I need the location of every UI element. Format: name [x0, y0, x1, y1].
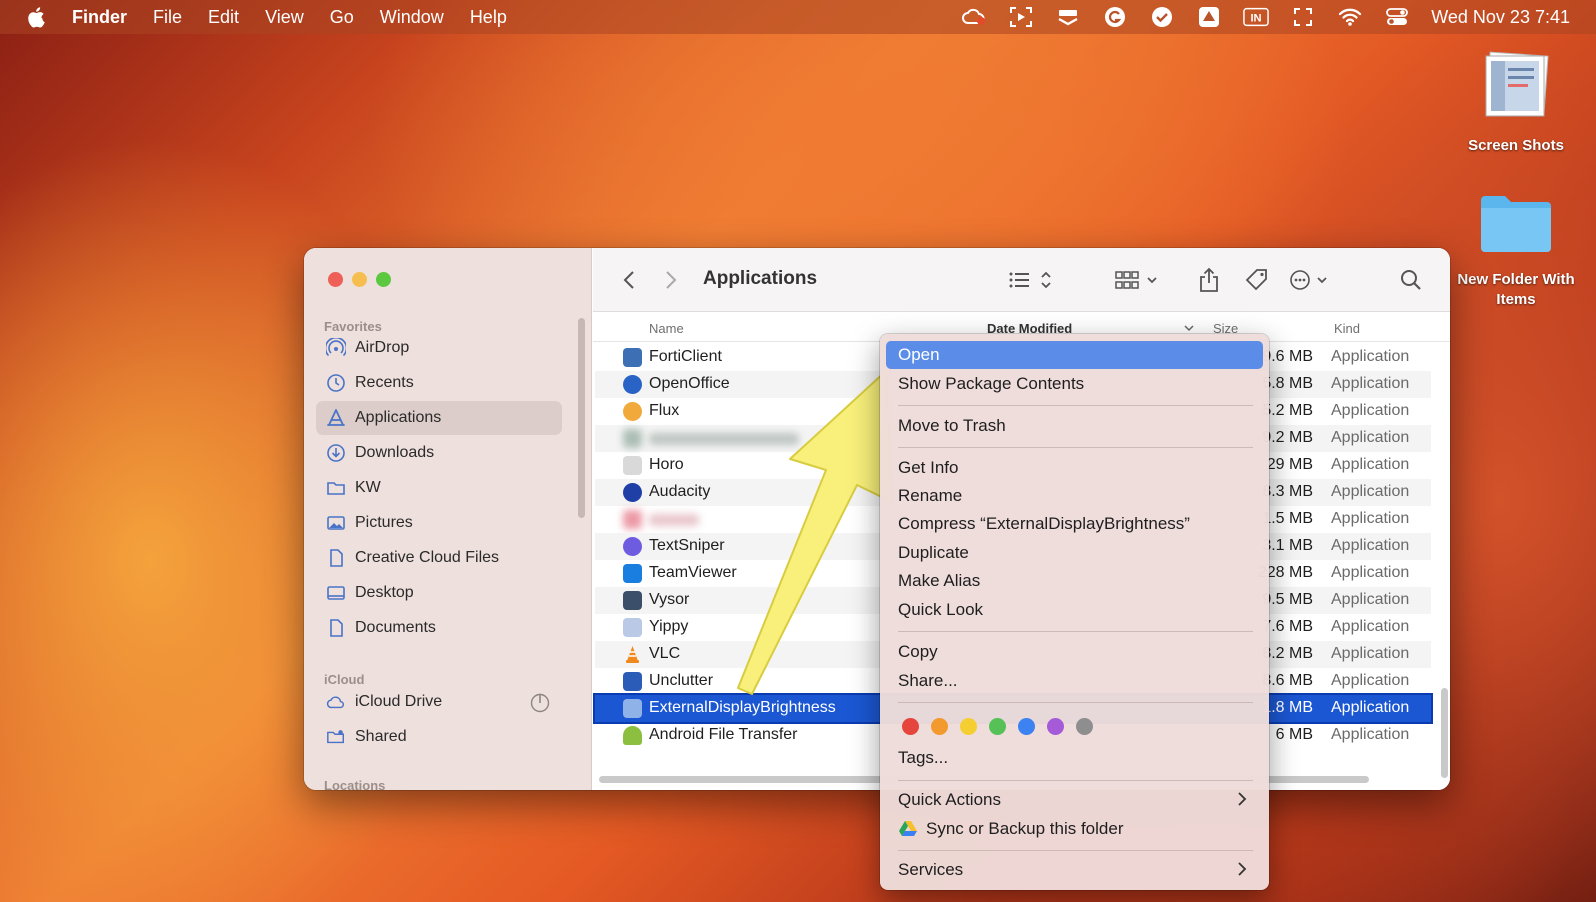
- menu-item-quick-actions[interactable]: Quick Actions: [886, 786, 1263, 814]
- menu-item-show-package-contents[interactable]: Show Package Contents: [886, 370, 1263, 398]
- yellow-arrow-annotation: [737, 370, 893, 695]
- menu-separator: [898, 447, 1253, 448]
- menu-item-sync-backup[interactable]: Sync or Backup this folder: [886, 815, 1263, 843]
- menu-separator: [898, 405, 1253, 406]
- menu-item-move-to-trash[interactable]: Move to Trash: [886, 412, 1263, 440]
- chevron-right-icon: [1237, 791, 1247, 812]
- tag-orange[interactable]: [931, 718, 948, 735]
- menu-item-tags[interactable]: Tags...: [886, 744, 1263, 772]
- menu-separator: [898, 702, 1253, 703]
- menu-item-label: Services: [898, 860, 964, 879]
- menu-item-services[interactable]: Services: [886, 856, 1263, 884]
- menu-separator: [898, 850, 1253, 851]
- tag-color-picker: [902, 718, 1093, 735]
- google-drive-icon: [898, 820, 918, 838]
- menu-separator: [898, 780, 1253, 781]
- menu-separator: [898, 631, 1253, 632]
- menu-item-label: Sync or Backup this folder: [926, 819, 1124, 838]
- menu-item-get-info[interactable]: Get Info: [886, 454, 1263, 482]
- menu-item-open[interactable]: Open: [886, 341, 1263, 369]
- tag-purple[interactable]: [1047, 718, 1064, 735]
- tag-red[interactable]: [902, 718, 919, 735]
- tag-yellow[interactable]: [960, 718, 977, 735]
- menu-item-make-alias[interactable]: Make Alias: [886, 567, 1263, 595]
- menu-item-label: Quick Actions: [898, 790, 1001, 809]
- context-menu: Open Show Package Contents Move to Trash…: [880, 334, 1269, 890]
- menu-item-rename[interactable]: Rename: [886, 482, 1263, 510]
- menu-item-duplicate[interactable]: Duplicate: [886, 539, 1263, 567]
- menu-item-copy[interactable]: Copy: [886, 638, 1263, 666]
- chevron-right-icon: [1237, 861, 1247, 882]
- menu-item-quick-look[interactable]: Quick Look: [886, 596, 1263, 624]
- tag-green[interactable]: [989, 718, 1006, 735]
- menu-item-share[interactable]: Share...: [886, 667, 1263, 695]
- menu-item-compress[interactable]: Compress “ExternalDisplayBrightness”: [886, 510, 1263, 538]
- tag-blue[interactable]: [1018, 718, 1035, 735]
- tag-gray[interactable]: [1076, 718, 1093, 735]
